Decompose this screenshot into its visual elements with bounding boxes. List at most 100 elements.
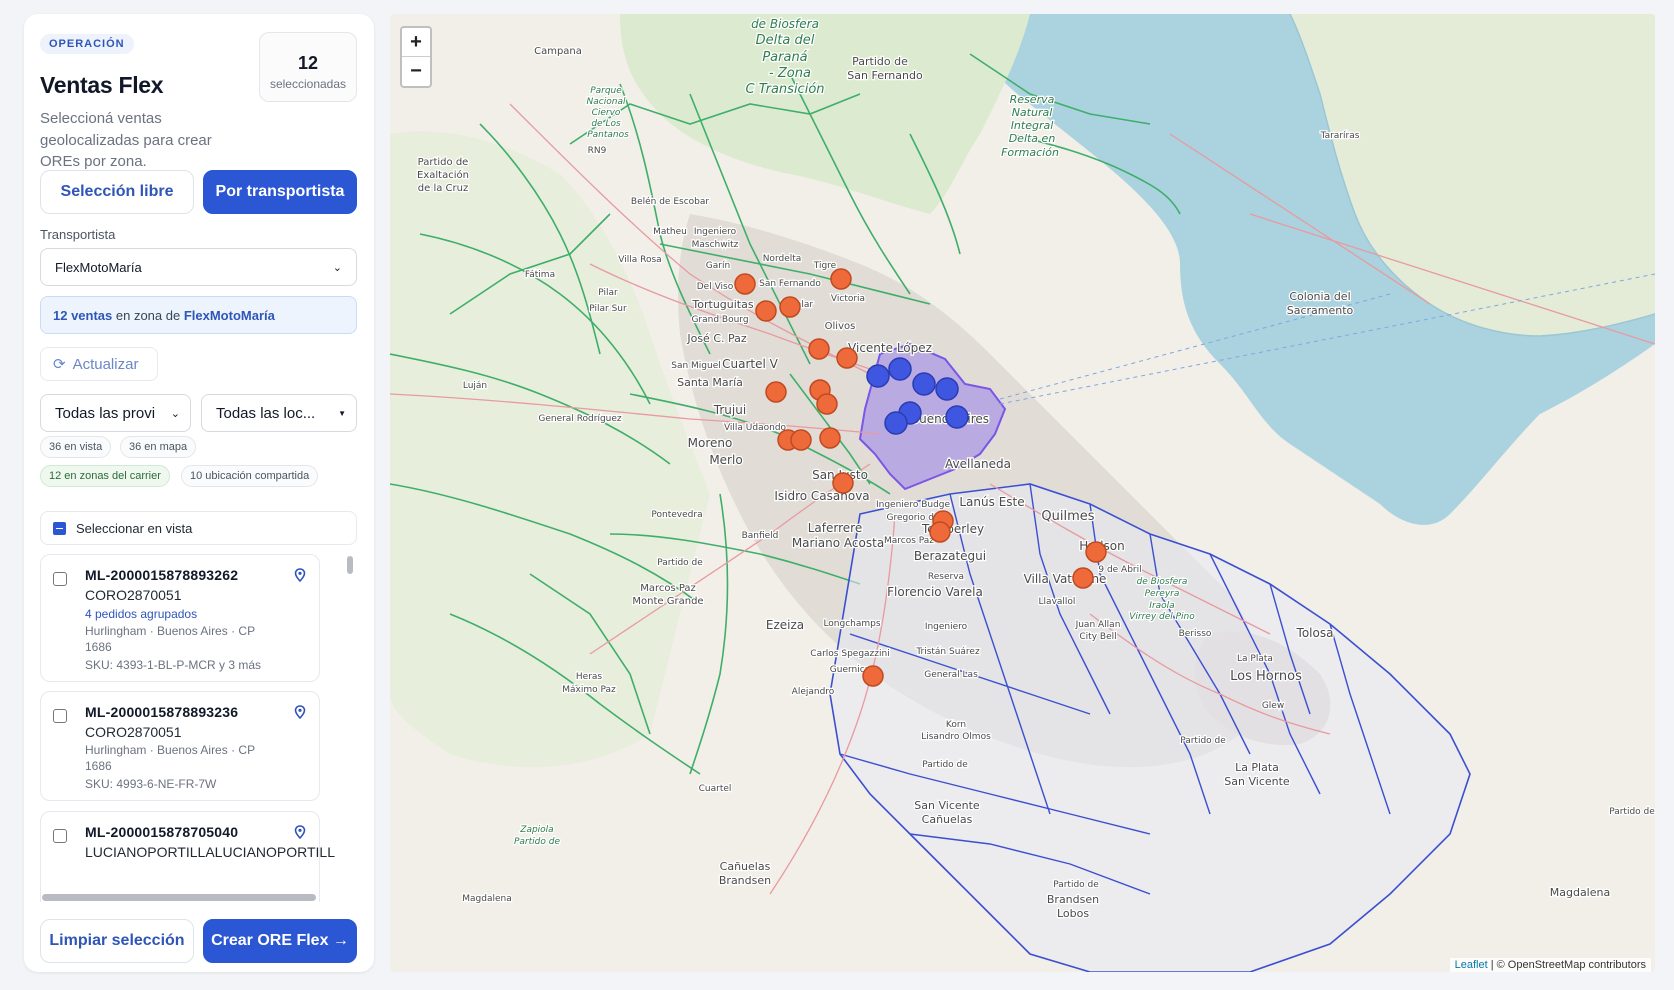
sale-marker-selected[interactable] <box>866 364 890 388</box>
orders-list[interactable]: ML-2000015878893262 CORO2870051 4 pedido… <box>40 554 336 902</box>
map-place-label: Glew <box>1262 701 1284 711</box>
sale-marker[interactable] <box>755 300 777 322</box>
sale-marker[interactable] <box>832 472 854 494</box>
zone-carrier-name: FlexMotoMaría <box>183 307 275 323</box>
sale-marker[interactable] <box>765 381 787 403</box>
map-place-label: Partido de <box>922 760 968 770</box>
province-filter-select[interactable]: Todas las provi ⌄ <box>40 394 191 432</box>
map-place-label: José C. Paz <box>686 332 747 345</box>
map-place-label: Lobos <box>1057 907 1089 920</box>
list-horizontal-scrollbar[interactable] <box>42 894 316 901</box>
map-place-label: Marcos Paz <box>884 536 934 546</box>
sale-marker[interactable] <box>862 665 884 687</box>
sale-marker[interactable] <box>929 521 951 543</box>
order-card[interactable]: ML-2000015878893236 CORO2870051 Hurlingh… <box>40 691 320 801</box>
map-view[interactable]: de Biosfera Delta del Paraná - Zona C Transi… <box>390 14 1655 972</box>
scrollbar-thumb[interactable] <box>347 556 353 574</box>
map-place-label: Mariano Acosta <box>792 536 884 550</box>
sale-marker-selected[interactable] <box>912 372 936 396</box>
map-place-label: Marcos Paz <box>640 583 696 594</box>
carrier-select[interactable]: FlexMotoMaría ⌄ <box>40 248 357 286</box>
map-place-label: Máximo Paz <box>562 685 616 695</box>
map-place-label: Formación <box>1001 146 1059 159</box>
sale-marker[interactable] <box>790 429 812 451</box>
map-place-label: Villa Vatteone <box>1024 572 1107 586</box>
map-place-label: Los Hornos <box>1230 669 1302 684</box>
map-place-label: San Miguel <box>671 361 721 371</box>
sale-marker[interactable] <box>734 273 756 295</box>
location-pin-icon[interactable] <box>294 705 306 719</box>
map-place-label: Llavallol <box>1039 597 1076 607</box>
order-id: ML-2000015878893236 <box>85 704 239 720</box>
sale-marker[interactable] <box>819 427 841 449</box>
carrier-zone-info: 12 ventas en zona de FlexMotoMaría <box>40 296 357 334</box>
sale-marker[interactable] <box>1085 541 1107 563</box>
map-place-label: Reserva <box>1010 93 1055 106</box>
map-place-label: Laferrere <box>808 521 862 535</box>
map-canvas[interactable]: de Biosfera Delta del Paraná- ZonaC Transi… <box>390 14 1655 972</box>
sale-marker[interactable] <box>830 268 852 290</box>
sale-marker-selected[interactable] <box>935 377 959 401</box>
locality-filter-value: Todas las loc... <box>216 404 316 422</box>
sale-marker[interactable] <box>1072 567 1094 589</box>
order-location: Hurlingham · Buenos Aires · CP 1686 <box>85 743 255 773</box>
map-place-label: La Plata <box>1237 654 1273 664</box>
map-place-label: Partido de <box>1609 807 1655 817</box>
zoom-in-button[interactable]: + <box>402 28 430 57</box>
map-place-label: Paraná <box>762 50 807 65</box>
location-pin-icon[interactable] <box>294 568 306 582</box>
map-place-label: Cañuelas <box>922 813 973 826</box>
map-place-label: Partido de <box>852 55 908 68</box>
leaflet-link[interactable]: Leaflet <box>1455 959 1488 971</box>
list-vertical-scrollbar[interactable] <box>346 556 354 901</box>
section-tag: OPERACIÓN <box>40 34 134 54</box>
map-place-label: Quilmes <box>1041 509 1094 524</box>
map-place-label: Campana <box>534 46 582 57</box>
refresh-button[interactable]: ⟳ Actualizar <box>40 347 158 381</box>
map-place-label: Villa Rosa <box>618 255 661 265</box>
map-place-label: City Bell <box>1079 632 1116 642</box>
sale-marker[interactable] <box>836 347 858 369</box>
location-pin-icon[interactable] <box>294 825 306 839</box>
order-checkbox[interactable] <box>53 572 67 586</box>
map-place-label: Nordelta <box>763 254 802 264</box>
create-ore-flex-button[interactable]: Crear ORE Flex → <box>203 919 357 963</box>
order-card[interactable]: ML-2000015878705040 LUCIANOPORTILLALUCIA… <box>40 811 335 902</box>
province-filter-value: Todas las provi <box>55 404 156 422</box>
indeterminate-checkbox[interactable] <box>53 521 66 535</box>
clear-selection-button[interactable]: Limpiar selección <box>40 919 194 963</box>
order-buyer-code: CORO2870051 <box>85 724 182 740</box>
map-place-label: Sacramento <box>1287 304 1354 317</box>
order-card[interactable]: ML-2000015878893262 CORO2870051 4 pedido… <box>40 554 320 682</box>
sale-marker[interactable] <box>779 296 801 318</box>
order-id: ML-2000015878893262 <box>85 567 239 583</box>
map-place-label: San Vicente <box>914 799 980 812</box>
map-place-label: Grand Bourg <box>691 315 748 325</box>
map-place-label: C Transición <box>745 82 824 97</box>
map-place-label: - Zona <box>769 66 811 81</box>
sale-marker-selected[interactable] <box>888 357 912 381</box>
map-place-label: Cuartel <box>699 784 732 794</box>
chevron-down-icon: ⌄ <box>332 261 342 274</box>
mode-by-carrier-button[interactable]: Por transportista <box>203 170 357 214</box>
chevron-down-icon: ▼ <box>338 408 346 418</box>
sale-marker-selected[interactable] <box>945 405 969 429</box>
osm-attribution: | © OpenStreetMap contributors <box>1487 959 1646 971</box>
select-in-view-toggle[interactable]: Seleccionar en vista <box>40 511 357 545</box>
map-place-label: Juan Allan <box>1075 620 1121 630</box>
map-place-label: Delta en <box>1009 132 1056 145</box>
order-checkbox[interactable] <box>53 829 67 843</box>
map-attribution: Leaflet | © OpenStreetMap contributors <box>1449 958 1651 972</box>
zoom-out-button[interactable]: − <box>402 57 430 86</box>
map-place-label: Pantanos <box>587 130 629 140</box>
mode-free-selection-button[interactable]: Selección libre <box>40 170 194 214</box>
order-checkbox[interactable] <box>53 709 67 723</box>
map-place-label: Cuartel V <box>722 357 779 371</box>
map-place-label: Ingeniero Budge <box>876 500 951 510</box>
locality-filter-select[interactable]: Todas las loc... ▼ <box>201 394 357 432</box>
selected-count-box: 12 seleccionadas <box>259 32 357 102</box>
sale-marker[interactable] <box>816 393 838 415</box>
sale-marker-selected[interactable] <box>884 411 908 435</box>
sale-marker[interactable] <box>808 338 830 360</box>
order-group-link[interactable]: 4 pedidos agrupados <box>85 607 197 621</box>
